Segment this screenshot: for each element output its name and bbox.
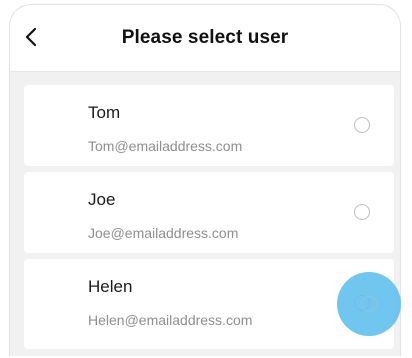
user-item-joe[interactable]: Joe Joe@emailaddress.com xyxy=(24,172,394,253)
user-radio-tom[interactable] xyxy=(354,117,370,133)
user-item-helen[interactable]: Helen Helen@emailaddress.com xyxy=(24,259,394,349)
user-name: Joe xyxy=(88,190,116,209)
page-title: Please select user xyxy=(121,27,289,48)
user-email: Helen@emailaddress.com xyxy=(88,312,253,328)
user-radio-joe[interactable] xyxy=(354,204,370,220)
user-email: Joe@emailaddress.com xyxy=(88,225,239,241)
user-list: Tom Tom@emailaddress.com Joe Joe@emailad… xyxy=(24,85,394,355)
user-item-tom[interactable]: Tom Tom@emailaddress.com xyxy=(24,85,394,166)
user-name: Helen xyxy=(88,277,133,296)
user-email: Tom@emailaddress.com xyxy=(88,138,243,154)
user-name: Tom xyxy=(88,103,121,122)
user-radio-helen[interactable] xyxy=(354,295,370,311)
top-bar: Please select user xyxy=(10,5,400,72)
screen: Please select user Tom Tom@emailaddress.… xyxy=(9,4,401,356)
